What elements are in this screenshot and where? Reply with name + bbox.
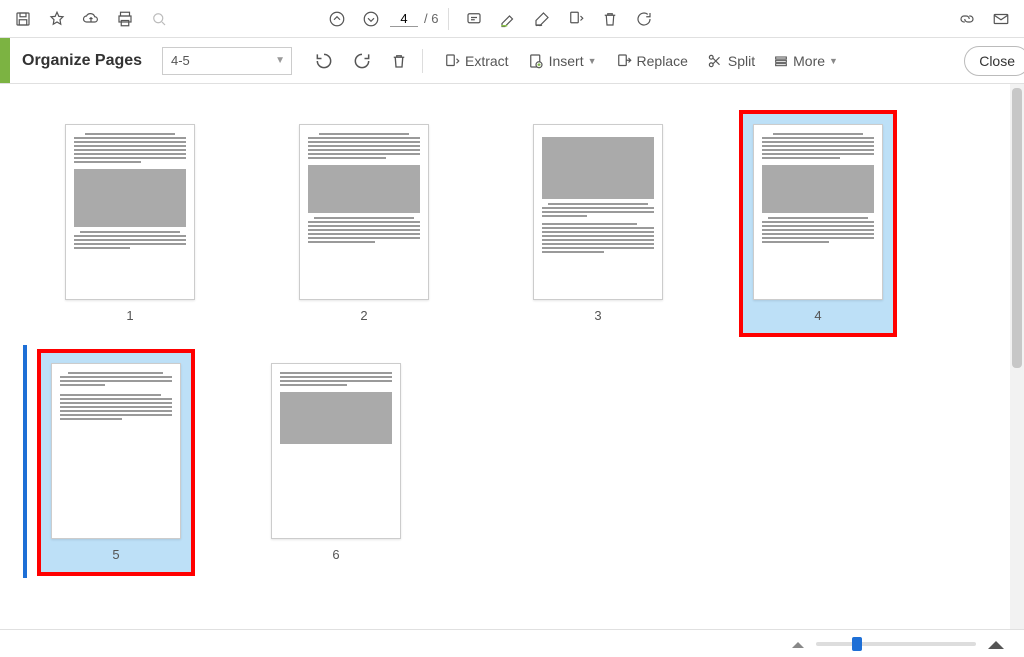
extract-button[interactable]: Extract: [437, 46, 515, 76]
close-label: Close: [979, 53, 1015, 69]
page-up-icon[interactable]: [322, 4, 352, 34]
page-number-input[interactable]: [390, 11, 418, 27]
rotate-icon[interactable]: [629, 4, 659, 34]
extract-label: Extract: [465, 53, 509, 69]
zoom-out-icon[interactable]: [790, 639, 806, 649]
page-number-label: 5: [112, 547, 119, 562]
chevron-down-icon: ▼: [275, 55, 285, 66]
link-icon[interactable]: [952, 4, 982, 34]
accent-stripe: [0, 38, 10, 83]
pages-grid: 1 2 3 4: [0, 84, 1024, 602]
sign-icon[interactable]: [527, 4, 557, 34]
footer-bar: [0, 629, 1024, 657]
page-thumbnail-3[interactable]: 3: [523, 124, 673, 323]
page-number-label: 2: [360, 308, 367, 323]
more-button[interactable]: More ▼: [767, 46, 844, 76]
pages-canvas: 1 2 3 4: [0, 84, 1024, 629]
insert-button[interactable]: Insert ▼: [521, 46, 603, 76]
page-number-label: 4: [814, 308, 821, 323]
search-icon[interactable]: [144, 4, 174, 34]
page-thumbnail-6[interactable]: 6: [261, 363, 411, 562]
zoom-in-icon[interactable]: [986, 638, 1006, 650]
page-thumbnail-1[interactable]: 1: [55, 124, 205, 323]
page-thumbnail-4[interactable]: 4: [743, 114, 893, 333]
comment-icon[interactable]: [459, 4, 489, 34]
split-label: Split: [728, 53, 755, 69]
rotate-ccw-button[interactable]: [308, 46, 340, 76]
page-total-label: / 6: [424, 11, 438, 26]
more-label: More: [793, 53, 825, 69]
replace-label: Replace: [637, 53, 688, 69]
highlight-icon[interactable]: [493, 4, 523, 34]
insert-label: Insert: [549, 53, 584, 69]
rotate-cw-button[interactable]: [346, 46, 378, 76]
chevron-down-icon: ▼: [829, 56, 838, 66]
email-icon[interactable]: [986, 4, 1016, 34]
top-toolbar: / 6: [0, 0, 1024, 38]
star-icon[interactable]: [42, 4, 72, 34]
zoom-slider[interactable]: [816, 642, 976, 646]
organize-pages-title: Organize Pages: [22, 52, 162, 70]
page-number-label: 1: [126, 308, 133, 323]
split-button[interactable]: Split: [700, 46, 761, 76]
print-icon[interactable]: [110, 4, 140, 34]
separator: [422, 49, 423, 73]
replace-button[interactable]: Replace: [609, 46, 694, 76]
cloud-upload-icon[interactable]: [76, 4, 106, 34]
zoom-slider-thumb[interactable]: [852, 637, 862, 651]
page-number-label: 3: [594, 308, 601, 323]
chevron-down-icon: ▼: [588, 56, 597, 66]
organize-toolbar: Organize Pages 4-5 ▼ Extract Insert ▼ Re…: [0, 38, 1024, 84]
stamp-icon[interactable]: [561, 4, 591, 34]
save-icon[interactable]: [8, 4, 38, 34]
close-button[interactable]: Close: [964, 46, 1024, 76]
separator: [448, 8, 449, 30]
delete-page-button[interactable]: [384, 46, 414, 76]
page-range-dropdown[interactable]: 4-5 ▼: [162, 47, 292, 75]
scrollbar-thumb[interactable]: [1012, 88, 1022, 368]
page-number-label: 6: [332, 547, 339, 562]
delete-icon[interactable]: [595, 4, 625, 34]
vertical-scrollbar[interactable]: [1010, 84, 1024, 629]
page-thumbnail-5[interactable]: 5: [41, 353, 191, 572]
page-thumbnail-2[interactable]: 2: [289, 124, 439, 323]
page-range-value: 4-5: [171, 53, 190, 68]
page-down-icon[interactable]: [356, 4, 386, 34]
